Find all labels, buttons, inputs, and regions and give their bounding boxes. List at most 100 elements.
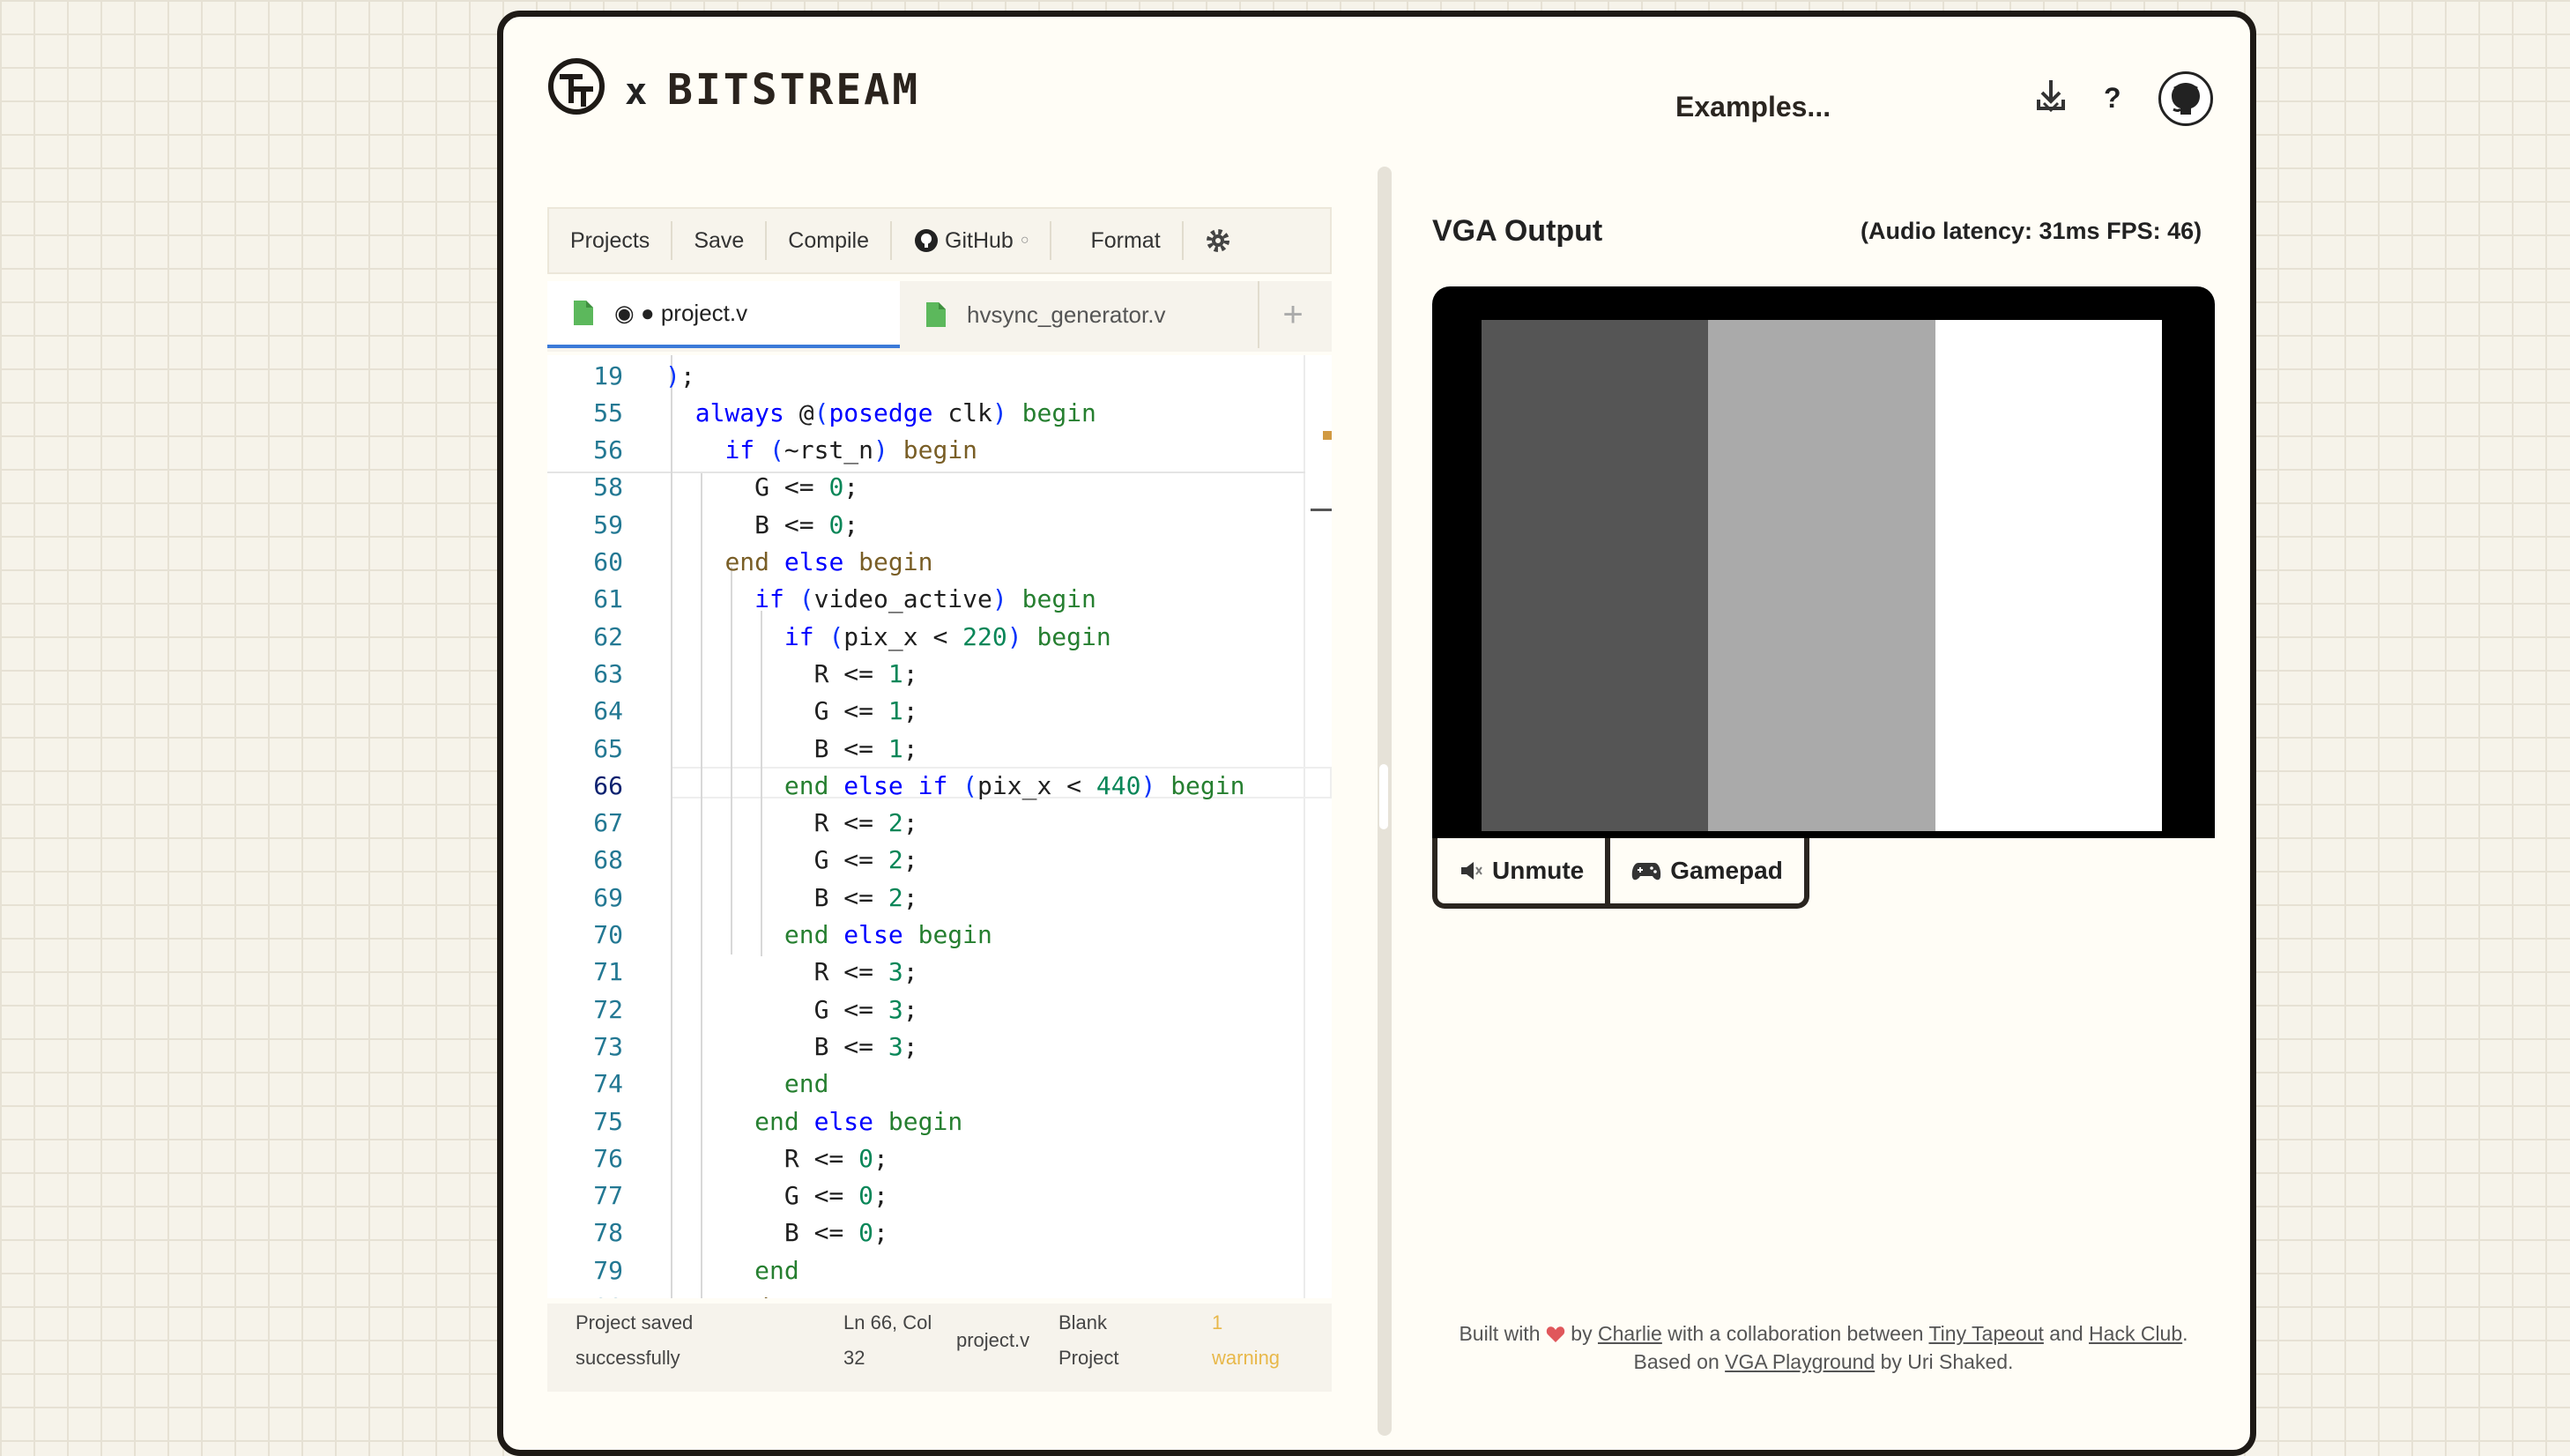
line-number: 66 — [593, 770, 623, 800]
github-icon — [915, 229, 938, 252]
github-label: GitHub — [945, 227, 1014, 253]
vga-playground-link[interactable]: VGA Playground — [1725, 1350, 1875, 1373]
projects-button[interactable]: Projects — [549, 221, 673, 260]
code-text: G <= 1; — [665, 696, 918, 726]
code-text: ); — [665, 360, 695, 390]
line-number: 64 — [593, 696, 623, 726]
vga-controls: Unmute Gamepad — [1432, 838, 1809, 909]
code-line: 58 G <= 0; — [547, 469, 858, 506]
code-line: 80 end — [547, 1289, 769, 1298]
code-text: end — [784, 1069, 829, 1099]
splitter-handle[interactable] — [1379, 764, 1388, 829]
code-line: 70 end else begin — [547, 917, 992, 954]
logo-x: x — [625, 70, 648, 113]
vga-bar-light-gray — [1708, 320, 1935, 831]
examples-label: Examples... — [1675, 90, 1831, 123]
add-tab-button[interactable]: + — [1259, 281, 1326, 348]
code-line: 72 G <= 3; — [547, 991, 917, 1028]
code-line: 62 if (pix_x < 220) begin — [547, 618, 1110, 655]
line-number: 78 — [593, 1218, 623, 1248]
status-project-2: Project — [1058, 1347, 1119, 1369]
help-icon[interactable]: ? — [2104, 82, 2121, 115]
vga-stats: (Audio latency: 31ms FPS: 46) — [1861, 218, 2202, 244]
line-number: 75 — [593, 1106, 623, 1136]
footer-period: . — [2182, 1322, 2188, 1345]
tab-project-label: ◉ ● project.v — [614, 299, 748, 326]
tab-hvsync-label: hvsync_generator.v — [967, 301, 1166, 328]
cursor-position-1: Ln 66, Col — [843, 1311, 932, 1333]
unmute-button[interactable]: Unmute — [1432, 838, 1611, 909]
overview-ruler — [1304, 355, 1305, 1298]
line-number: 65 — [593, 733, 623, 763]
footer-by: by — [1571, 1322, 1593, 1345]
line-number: 79 — [593, 1255, 623, 1285]
line-number: 63 — [593, 658, 623, 688]
tab-project-v[interactable]: ◉ ● project.v — [547, 281, 900, 348]
hack-club-link[interactable]: Hack Club — [2089, 1322, 2182, 1345]
charlie-link[interactable]: Charlie — [1598, 1322, 1662, 1345]
line-number: 55 — [593, 397, 623, 427]
footer-line-1: Built with by Charlie with a collaborati… — [1432, 1319, 2215, 1348]
line-number: 77 — [593, 1181, 623, 1211]
code-line: 64 G <= 1; — [547, 693, 918, 730]
code-text: always @(posedge clk) begin — [694, 397, 1096, 427]
file-tabs: ◉ ● project.v hvsync_generator.v + — [547, 281, 1332, 352]
footer-and: and — [2049, 1322, 2083, 1345]
code-line: 59 B <= 0; — [547, 506, 858, 543]
download-icon[interactable] — [2033, 73, 2069, 126]
code-text: G <= 0; — [665, 472, 859, 502]
line-number: 60 — [593, 547, 623, 576]
save-button[interactable]: Save — [672, 221, 768, 260]
code-text: R <= 0; — [665, 1143, 888, 1173]
code-text: B <= 3; — [665, 1031, 918, 1061]
warning-label[interactable]: warning — [1212, 1341, 1280, 1376]
github-status-icon: ○ — [1020, 233, 1029, 248]
gamepad-button[interactable]: Gamepad — [1610, 838, 1809, 909]
code-text: end else begin — [784, 920, 992, 949]
line-number: 71 — [593, 957, 623, 987]
code-line: 63 R <= 1; — [547, 655, 918, 692]
github-octocat-icon[interactable] — [2158, 71, 2213, 126]
line-number: 62 — [593, 621, 623, 651]
code-line: 68 G <= 2; — [547, 842, 917, 879]
compile-button[interactable]: Compile — [767, 221, 890, 260]
status-message-1: Project saved — [576, 1311, 694, 1333]
code-line: 76 R <= 0; — [547, 1140, 888, 1177]
code-line: 74 end — [547, 1066, 828, 1103]
format-button[interactable]: Format — [1069, 221, 1184, 260]
file-icon — [574, 301, 593, 325]
gear-icon — [1206, 229, 1229, 252]
tiny-tapeout-logo-icon — [548, 58, 605, 115]
code-line: 61 if (video_active) begin — [547, 581, 1096, 618]
line-number: 19 — [593, 360, 623, 390]
code-text: R <= 1; — [665, 658, 918, 688]
bitstream-logo: BITSTREAM — [667, 65, 921, 115]
line-number: 76 — [593, 1143, 623, 1173]
cursor-marker — [1311, 509, 1332, 511]
code-text: end — [665, 1293, 769, 1298]
line-number: 59 — [593, 509, 623, 539]
tab-hvsync-generator-v[interactable]: hvsync_generator.v — [900, 281, 1259, 348]
tiny-tapeout-link[interactable]: Tiny Tapeout — [1928, 1322, 2043, 1345]
status-project-1: Blank — [1058, 1311, 1108, 1333]
file-icon — [926, 302, 946, 327]
examples-dropdown[interactable]: Examples... — [1675, 82, 2063, 131]
footer: Built with by Charlie with a collaborati… — [1432, 1319, 2215, 1376]
github-button[interactable]: GitHub ○ — [890, 221, 1052, 260]
line-number: 70 — [593, 920, 623, 949]
vga-output-title: VGA Output — [1432, 214, 1603, 248]
code-text: if (~rst_n) begin — [724, 435, 978, 465]
code-editor[interactable]: 19); 55 always @(posedge clk) begin 56 if … — [547, 355, 1332, 1298]
code-line: 73 B <= 3; — [547, 1028, 918, 1065]
line-number: 68 — [593, 845, 623, 875]
code-line: 78 B <= 0; — [547, 1215, 888, 1252]
vga-output-canvas[interactable] — [1432, 286, 2215, 838]
warning-count[interactable]: 1 — [1212, 1305, 1222, 1341]
code-line: 71 R <= 3; — [547, 954, 918, 991]
settings-button[interactable] — [1184, 221, 1252, 260]
line-number: 56 — [593, 435, 623, 465]
footer-built-with: Built with — [1459, 1322, 1541, 1345]
code-text: if (video_active) begin — [754, 584, 1096, 614]
code-text: R <= 3; — [665, 957, 918, 987]
footer-by-uri: by Uri Shaked. — [1880, 1350, 2014, 1373]
